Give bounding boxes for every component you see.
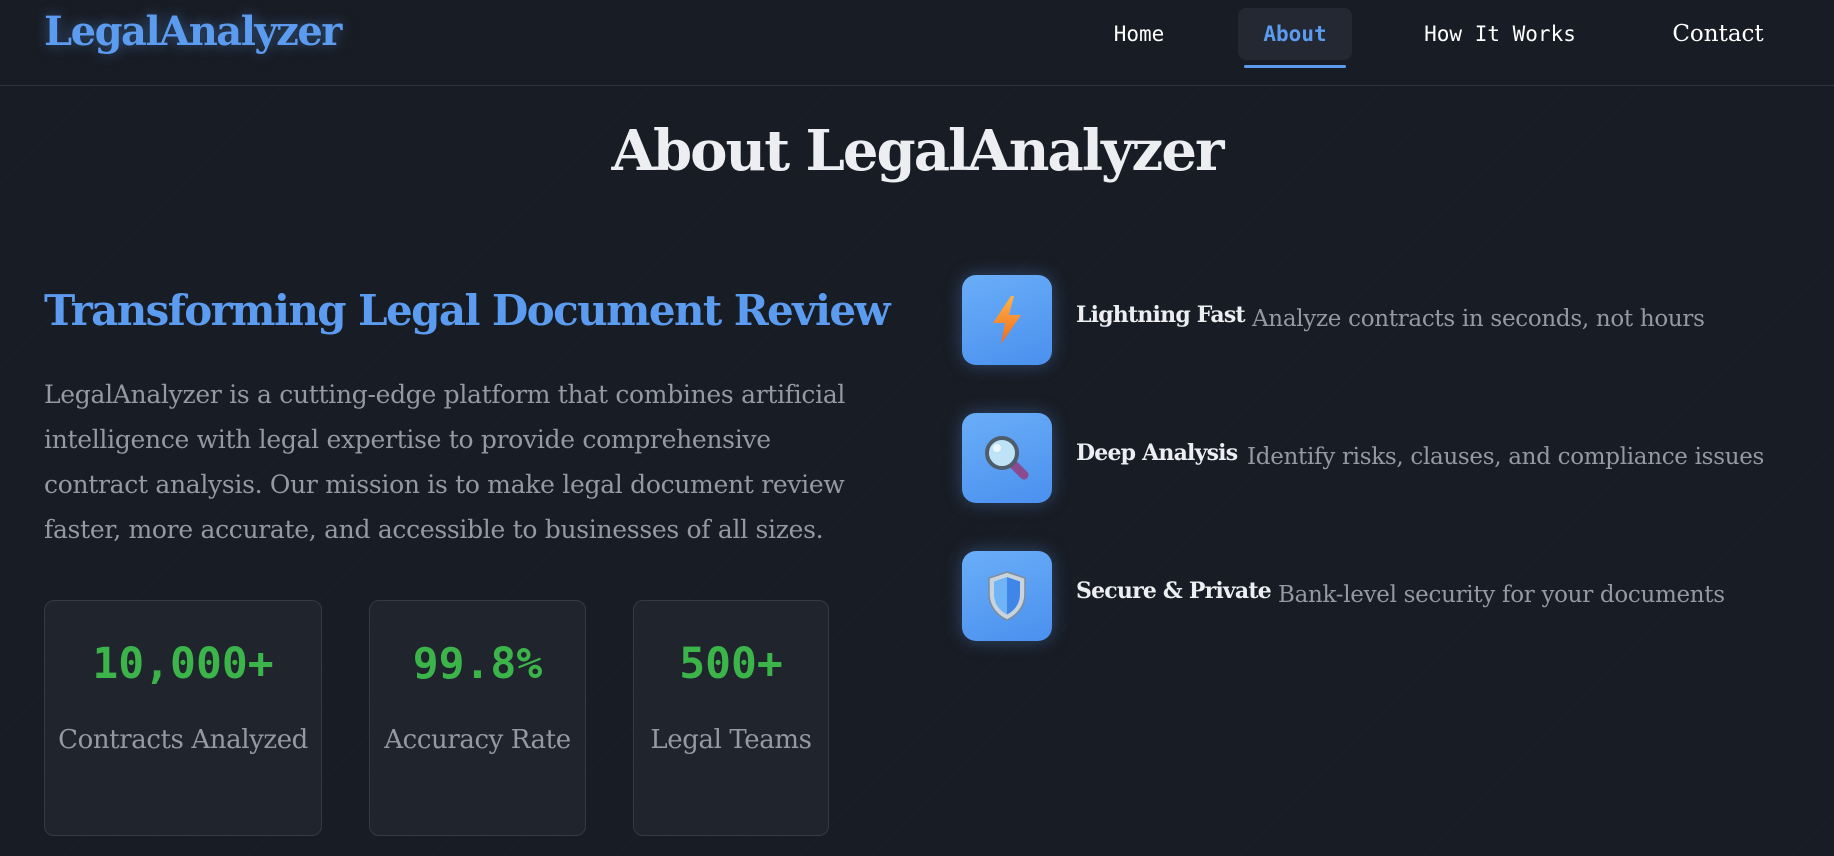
stat-value: 99.8% (412, 639, 543, 689)
stat-card-accuracy: 99.8% Accuracy Rate (369, 600, 586, 836)
nav-link-contact[interactable]: Contact (1660, 8, 1776, 60)
section-subtitle: Transforming Legal Document Review (44, 286, 891, 335)
lightning-icon (993, 296, 1021, 344)
feature-icon-box (962, 551, 1052, 641)
stat-card-legal-teams: 500+ Legal Teams (633, 600, 829, 836)
nav-link-about[interactable]: About (1238, 8, 1352, 68)
feature-title: Deep Analysis (1076, 440, 1238, 466)
brand-logo[interactable]: LegalAnalyzer (44, 8, 342, 55)
about-description: LegalAnalyzer is a cutting-edge platform… (44, 380, 846, 544)
stat-label: Contracts Analyzed (58, 725, 308, 755)
top-navigation-bar: LegalAnalyzer Home About How It Works Co… (0, 0, 1834, 86)
stat-value: 10,000+ (92, 639, 274, 689)
stat-label: Legal Teams (650, 725, 812, 755)
shield-icon (988, 571, 1026, 621)
feature-icon-box (962, 275, 1052, 365)
feature-description: Identify risks, clauses, and compliance … (1247, 444, 1765, 470)
feature-title: Secure & Private (1076, 578, 1272, 604)
page-title: About LegalAnalyzer (611, 118, 1225, 184)
magnifier-icon (985, 436, 1029, 480)
feature-description: Bank-level security for your documents (1278, 582, 1725, 608)
stat-label: Accuracy Rate (384, 725, 571, 755)
feature-icon-box (962, 413, 1052, 503)
feature-description: Analyze contracts in seconds, not hours (1252, 306, 1705, 332)
feature-title: Lightning Fast (1076, 302, 1246, 328)
nav-link-how-it-works[interactable]: How It Works (1410, 8, 1590, 60)
stat-card-contracts: 10,000+ Contracts Analyzed (44, 600, 322, 836)
nav-link-home[interactable]: Home (1098, 8, 1180, 60)
stat-value: 500+ (679, 639, 783, 689)
